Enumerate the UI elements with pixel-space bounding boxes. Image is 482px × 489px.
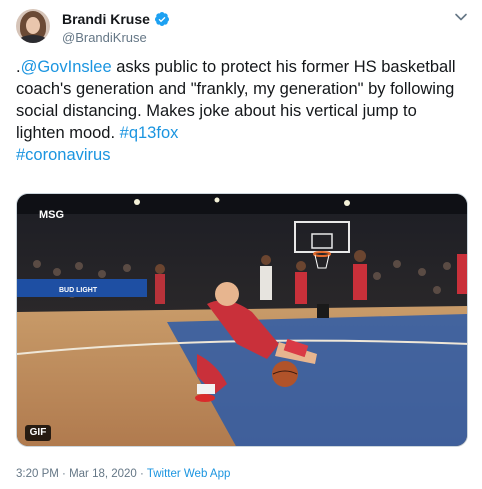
tweet-text: .@GovInslee asks public to protect his f… xyxy=(16,56,468,166)
court-sign-text: BUD LIGHT xyxy=(59,287,98,294)
hashtag-link-coronavirus[interactable]: #coronavirus xyxy=(16,146,110,164)
verified-badge-icon xyxy=(154,12,169,26)
name-row: Brandi Kruse xyxy=(62,11,170,27)
author-handle[interactable]: @BrandiKruse xyxy=(62,30,170,45)
gif-badge: GIF xyxy=(25,425,51,441)
author-display-name[interactable]: Brandi Kruse xyxy=(62,11,150,27)
tweet-time[interactable]: 3:20 PM xyxy=(16,468,59,480)
author-block[interactable]: Brandi Kruse @BrandiKruse xyxy=(62,11,170,45)
avatar-face xyxy=(26,17,40,34)
hashtag-link-q13fox[interactable]: #q13fox xyxy=(120,124,179,142)
basketball-gif-frame: BUD LIGHT MSG xyxy=(17,194,467,446)
meta-separator: · xyxy=(58,468,70,480)
broadcaster-logo: MSG xyxy=(39,209,64,221)
tweet-card: Brandi Kruse @BrandiKruse .@GovInslee as… xyxy=(0,0,482,489)
tweet-source-link[interactable]: Twitter Web App xyxy=(147,468,231,480)
meta-separator: · xyxy=(136,468,147,480)
avatar[interactable] xyxy=(16,9,50,43)
mention-link[interactable]: @GovInslee xyxy=(21,58,112,76)
tweet-date[interactable]: Mar 18, 2020 xyxy=(69,468,137,480)
tweet-meta: 3:20 PM · Mar 18, 2020 · Twitter Web App xyxy=(16,468,230,480)
gif-media[interactable]: BUD LIGHT MSG GIF xyxy=(16,193,468,447)
avatar-shoulders xyxy=(18,35,48,43)
chevron-down-icon[interactable] xyxy=(454,10,468,24)
